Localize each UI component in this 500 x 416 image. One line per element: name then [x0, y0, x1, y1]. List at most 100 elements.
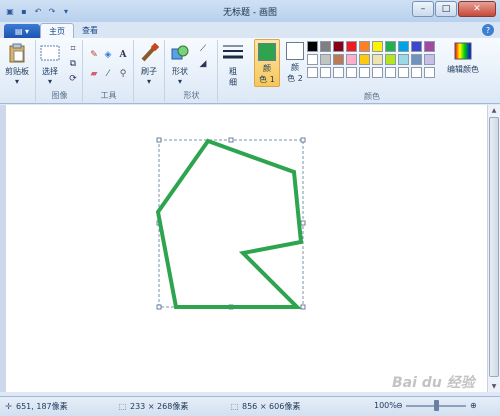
text-icon[interactable]: A: [117, 49, 129, 61]
select-label: 选择: [42, 67, 58, 76]
palette-swatch[interactable]: [307, 41, 318, 52]
edit-colors-label: 编辑颜色: [447, 65, 479, 74]
undo-icon[interactable]: ↶: [32, 5, 44, 17]
scroll-down-icon[interactable]: ▼: [488, 381, 500, 392]
color2-swatch: [286, 42, 304, 60]
scroll-up-icon[interactable]: ▲: [488, 105, 500, 116]
shapes-button[interactable]: 形状 ▾: [169, 42, 191, 86]
image-size-icon: ⬚: [230, 402, 239, 411]
selection-handle: [156, 304, 162, 310]
magnifier-icon[interactable]: ⚲: [117, 68, 129, 80]
shapes-group: 形状 ▾ ⟋ ◢ 形状: [166, 40, 218, 102]
selection-size-text: 233 × 268像素: [130, 402, 189, 411]
drawing-canvas[interactable]: [6, 105, 490, 392]
fill-shape-icon[interactable]: ◢: [197, 58, 209, 70]
palette-swatch[interactable]: [398, 54, 409, 65]
palette-swatch[interactable]: [307, 54, 318, 65]
shapes-label: 形状: [172, 67, 188, 76]
selection-handle: [300, 304, 306, 310]
pencil-icon[interactable]: ✎: [88, 49, 100, 61]
clipboard-label: 剪贴板: [5, 67, 29, 76]
tools-group: ✎ ◈ A ▰ ⁄ ⚲ 工具: [84, 40, 134, 102]
palette-swatch[interactable]: [320, 54, 331, 65]
palette-swatch[interactable]: [385, 54, 396, 65]
palette-swatch[interactable]: [359, 54, 370, 65]
palette-swatch[interactable]: [307, 67, 318, 78]
palette-swatch[interactable]: [411, 54, 422, 65]
palette-swatch[interactable]: [372, 54, 383, 65]
close-button[interactable]: ✕: [458, 1, 496, 17]
outline-icon[interactable]: ⟋: [197, 43, 209, 55]
palette-swatch[interactable]: [411, 41, 422, 52]
palette-swatch[interactable]: [398, 67, 409, 78]
vertical-scrollbar[interactable]: ▲ ▼: [487, 105, 500, 392]
palette-swatch[interactable]: [398, 41, 409, 52]
palette-swatch[interactable]: [385, 41, 396, 52]
select-button[interactable]: 选择 ▾: [39, 42, 61, 86]
quick-access-toolbar: ▣ ▪ ↶ ↷ ▾: [4, 5, 72, 17]
zoom-level-text: 100%: [374, 401, 397, 410]
color1-swatch: [258, 43, 276, 61]
palette-swatch[interactable]: [320, 41, 331, 52]
rotate-icon[interactable]: ⟳: [67, 73, 79, 85]
cursor-position: ✛ 651, 187像素: [4, 401, 67, 412]
palette-swatch[interactable]: [333, 67, 344, 78]
colors-group-label: 颜色: [364, 92, 380, 101]
palette-swatch[interactable]: [346, 41, 357, 52]
tab-view[interactable]: 查看: [74, 23, 106, 38]
paint-menu-button[interactable]: ▤ ▾: [4, 24, 40, 38]
brushes-label: 刷子: [141, 67, 157, 76]
palette-swatch[interactable]: [424, 54, 435, 65]
palette-swatch[interactable]: [411, 67, 422, 78]
title-bar: ▣ ▪ ↶ ↷ ▾ 无标题 - 画图 – □ ✕: [0, 0, 500, 22]
size-button[interactable]: 粗 细: [222, 42, 244, 88]
palette-swatch[interactable]: [359, 67, 370, 78]
select-rect-icon: [39, 42, 61, 64]
minimize-button[interactable]: –: [412, 1, 434, 17]
edit-colors-button[interactable]: 编辑颜色: [446, 40, 480, 75]
palette-swatch[interactable]: [424, 41, 435, 52]
customize-qa-icon[interactable]: ▾: [60, 5, 72, 17]
zoom-slider-thumb[interactable]: [434, 400, 439, 411]
palette-swatch[interactable]: [385, 67, 396, 78]
color2-button[interactable]: 颜 色 2: [282, 39, 308, 87]
chevron-down-icon: ▾: [14, 77, 19, 86]
zoom-out-icon[interactable]: ⊖: [396, 401, 403, 410]
palette-swatch[interactable]: [333, 41, 344, 52]
palette-swatch[interactable]: [372, 41, 383, 52]
palette-swatch[interactable]: [359, 41, 370, 52]
chevron-down-icon: ▾: [47, 77, 52, 86]
brush-icon: [138, 42, 160, 64]
ribbon: 剪贴板 ▾ 选择 ▾ ⌗ ⧉ ⟳ 图像 ✎ ◈ A ▰ ⁄ ⚲ 工具 刷子 ▾ …: [0, 38, 500, 104]
selection-handle: [300, 137, 306, 143]
help-icon[interactable]: ?: [482, 24, 494, 36]
paint-app-icon[interactable]: ▣: [4, 5, 16, 17]
green-polygon-shape: [155, 138, 304, 309]
fill-icon[interactable]: ◈: [102, 49, 114, 61]
color-picker-icon[interactable]: ⁄: [102, 68, 114, 80]
palette-swatch[interactable]: [320, 67, 331, 78]
tab-home[interactable]: 主页: [40, 23, 74, 38]
status-bar: ✛ 651, 187像素 ⬚ 233 × 268像素 ⬚ 856 × 606像素…: [0, 396, 500, 416]
eraser-icon[interactable]: ▰: [88, 68, 100, 80]
palette-swatch[interactable]: [346, 54, 357, 65]
scroll-thumb[interactable]: [489, 117, 499, 377]
palette-swatch[interactable]: [333, 54, 344, 65]
crop-icon[interactable]: ⌗: [67, 43, 79, 55]
ribbon-tabs: ▤ ▾ 主页 查看 ?: [0, 22, 500, 38]
resize-icon[interactable]: ⧉: [67, 58, 79, 70]
color1-label: 颜 色 1: [259, 64, 275, 84]
save-icon[interactable]: ▪: [18, 5, 30, 17]
palette-swatch[interactable]: [346, 67, 357, 78]
color1-button[interactable]: 颜 色 1: [254, 39, 280, 87]
redo-icon[interactable]: ↷: [46, 5, 58, 17]
paste-button[interactable]: 剪贴板 ▾: [5, 42, 29, 86]
zoom-in-icon[interactable]: ⊕: [470, 401, 477, 410]
brushes-button[interactable]: 刷子 ▾: [138, 42, 160, 86]
maximize-button[interactable]: □: [435, 1, 457, 17]
palette-swatch[interactable]: [424, 67, 435, 78]
selection-size: ⬚ 233 × 268像素: [118, 401, 189, 412]
palette-swatch[interactable]: [372, 67, 383, 78]
image-size: ⬚ 856 × 606像素: [230, 401, 301, 412]
brushes-group: 刷子 ▾: [135, 40, 165, 102]
